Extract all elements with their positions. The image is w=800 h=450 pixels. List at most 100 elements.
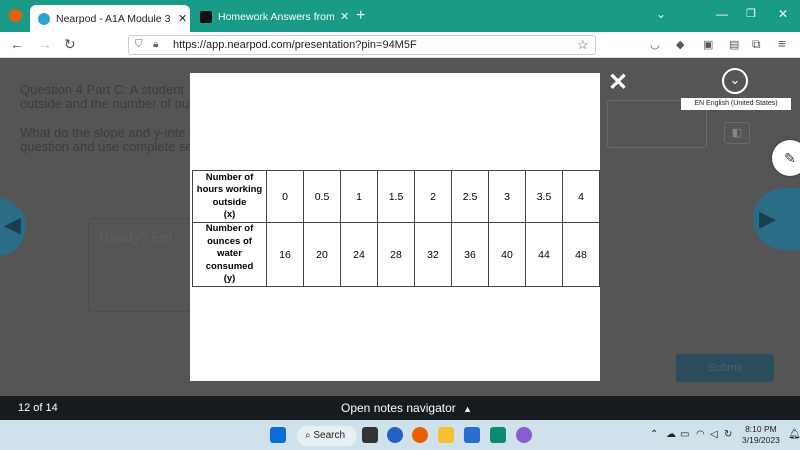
taskbar: ⌕ Search ⌃ ☁ ▭ ◠ ◁ ↻ 8:10 PM 3/19/2023 🔔… [0,420,800,450]
notes-navigator-label: Open notes navigator [341,401,456,415]
start-windows-icon[interactable] [270,427,286,443]
store-icon[interactable] [464,427,480,443]
open-notes-navigator-button[interactable]: Open notes navigator ▲ [341,401,472,415]
menu-icon[interactable]: ≡ [778,36,786,51]
clock-date: 3/19/2023 [742,435,780,445]
header-line: Number of [205,171,254,183]
submit-button[interactable]: Submit [676,354,774,382]
new-tab-button[interactable]: + [356,7,365,25]
extension-icon[interactable]: ◆ [676,38,684,51]
y-value-cell: 48 [562,222,600,287]
app-icon[interactable] [516,427,532,443]
chevron-up-icon[interactable]: ⌃ [650,429,658,440]
x-value-cell: 1.5 [377,170,415,223]
answer-placeholder: Ready? Ent [99,229,173,245]
minimize-button[interactable]: — [716,7,728,21]
x-value-cell: 0 [266,170,304,223]
answer-input[interactable]: Ready? Ent [88,218,198,312]
close-icon[interactable]: ✕ [608,68,628,97]
extensions-puzzle-icon[interactable]: ⧉ [752,37,761,52]
nearpod-favicon-icon [38,12,50,25]
extension-icon[interactable]: ▣ [703,38,713,51]
restore-button[interactable]: ❐ [746,7,756,20]
question-text-line: Question 4 Part C: A student [20,82,185,97]
wifi-icon[interactable]: ◠ [696,429,705,440]
close-tab-icon[interactable]: ✕ [340,10,349,23]
data-table: Number of hours working outside (x) 0 0.… [192,170,600,287]
firefox-icon[interactable] [9,9,22,22]
chevron-down-circle-icon[interactable]: ⌄ [722,68,748,94]
task-view-icon[interactable] [362,427,378,443]
table-row: Number of hours working outside (x) 0 0.… [192,170,600,223]
notes-edit-icon[interactable]: ✎ [772,140,800,176]
bookmark-star-icon[interactable]: ☆ [577,37,589,53]
extension-icon[interactable]: ▤ [729,38,739,51]
back-arrow-icon[interactable]: ← [10,36,24,52]
y-value-cell: 24 [340,222,378,287]
y-value-cell: 16 [266,222,304,287]
y-value-cell: 40 [488,222,526,287]
y-value-cell: 20 [303,222,341,287]
x-value-cell: 2 [414,170,452,223]
lock-icon[interactable]: 🔒︎ [153,39,158,50]
x-value-cell: 4 [562,170,600,223]
tab-nearpod[interactable]: Nearpod - A1A Module 3 Part 2 ✕ [30,5,190,32]
header-line: consumed [205,260,254,272]
close-window-button[interactable]: ✕ [778,7,788,21]
pocket-icon[interactable]: ◡ [650,38,660,51]
chevron-left-icon: ◀ [4,212,21,237]
y-value-cell: 44 [525,222,563,287]
y-value-cell: 32 [414,222,452,287]
close-tab-icon[interactable]: ✕ [178,12,187,25]
y-value-cell: 36 [451,222,489,287]
firefox-taskbar-icon[interactable] [412,427,428,443]
next-slide-button[interactable]: ▶ [753,188,800,250]
header-line: water [217,248,242,260]
table-row: Number of ounces of water consumed (y) 1… [192,222,600,287]
x-header-cell: Number of hours working outside (x) [192,170,267,223]
search-label: Search [313,430,346,441]
slide-nav-bar: 12 of 14 Open notes navigator ▲ [0,396,800,420]
x-value-cell: 3 [488,170,526,223]
caret-up-icon: ▲ [463,404,473,414]
tab-title: Nearpod - A1A Module 3 Part 2 [56,12,174,25]
tab-strip: Nearpod - A1A Module 3 Part 2 ✕ Homework… [0,0,800,32]
navigation-bar: ← → ↻ ⛉ 🔒︎ https://app.nearpod.com/prese… [0,32,800,58]
shield-icon[interactable]: ⛉ [135,39,143,50]
header-line: hours working [196,184,263,195]
address-bar[interactable]: ⛉ 🔒︎ https://app.nearpod.com/presentatio… [128,35,596,55]
previous-slide-button[interactable]: ◀ [0,198,26,256]
x-value-cell: 2.5 [451,170,489,223]
battery-icon[interactable]: ▭ [680,429,689,440]
header-line: Number of [205,223,254,235]
language-selector[interactable]: EN English (United States) [681,98,791,110]
sync-icon[interactable]: ↻ [724,429,732,440]
question-text-line: outside and the number of ou [20,96,190,111]
header-line: outside [212,196,247,208]
url-text[interactable]: https://app.nearpod.com/presentation?pin… [173,39,417,51]
app-icon[interactable] [490,427,506,443]
onedrive-icon[interactable]: ☁ [666,429,676,440]
forward-arrow-icon[interactable]: → [38,36,52,52]
page-count: 12 of 14 [18,402,58,414]
zoom-icon[interactable] [387,427,403,443]
x-value-cell: 1 [340,170,378,223]
taskbar-search[interactable]: ⌕ Search [297,426,357,446]
volume-icon[interactable]: ◁ [710,429,718,440]
notification-bell-icon[interactable]: 🔔︎ [788,429,800,440]
clock[interactable]: 8:10 PM 3/19/2023 [742,424,780,446]
audio-icon[interactable]: ◧ [724,122,750,144]
tab-list-chevron-icon[interactable]: ⌄ [656,7,666,21]
y-value-cell: 28 [377,222,415,287]
tab-homework[interactable]: Homework Answers from Subjec ✕ [192,5,352,28]
reload-icon[interactable]: ↻ [64,36,76,53]
image-modal: Number of hours working outside (x) 0 0.… [190,73,600,381]
tab-title: Homework Answers from Subjec [218,10,336,23]
header-line: (y) [223,273,236,285]
clock-time: 8:10 PM [745,424,777,434]
question-text-line: question and use complete se [20,139,193,154]
header-line: ounces of [207,235,252,247]
homework-favicon-icon [200,10,212,23]
question-text-line: What do the slope and y-inte [20,125,186,140]
file-explorer-icon[interactable] [438,427,454,443]
